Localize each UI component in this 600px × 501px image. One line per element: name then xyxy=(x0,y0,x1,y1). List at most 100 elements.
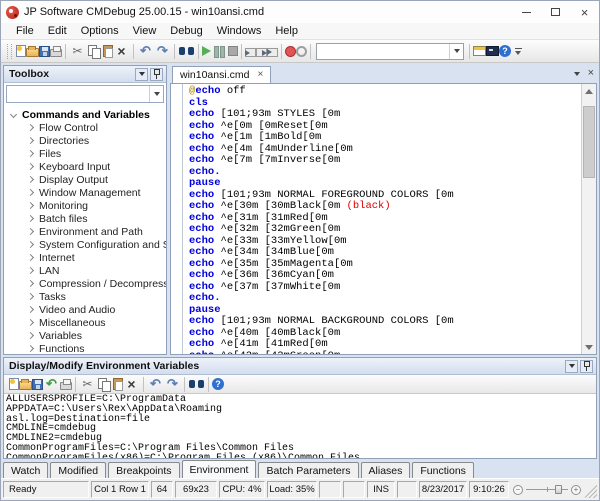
menu-item-options[interactable]: Options xyxy=(74,25,126,37)
window-options-icon[interactable] xyxy=(473,46,486,56)
redo-icon[interactable] xyxy=(154,43,171,60)
copy-icon[interactable] xyxy=(96,376,113,393)
toolbox-category-tasks[interactable]: Tasks xyxy=(4,290,166,303)
toolbox-category-environment-and-path[interactable]: Environment and Path xyxy=(4,225,166,238)
close-button[interactable]: × xyxy=(570,1,599,23)
tree-label: Directories xyxy=(39,134,90,147)
console-icon[interactable] xyxy=(486,46,499,56)
toolbox-category-video-and-audio[interactable]: Video and Audio xyxy=(4,303,166,316)
step-into-icon[interactable] xyxy=(245,47,256,57)
toolbox-category-flow-control[interactable]: Flow Control xyxy=(4,121,166,134)
step-over-icon[interactable] xyxy=(256,47,267,57)
find-icon[interactable] xyxy=(178,43,195,60)
toolbox-category-batch-files[interactable]: Batch files xyxy=(4,212,166,225)
toolbox-category-variables[interactable]: Variables xyxy=(4,329,166,342)
command-combobox[interactable] xyxy=(316,42,464,60)
run-icon[interactable] xyxy=(202,46,211,56)
toolbox-category-lan[interactable]: LAN xyxy=(4,264,166,277)
editor-tab-win10ansi[interactable]: win10ansi.cmd × xyxy=(172,66,272,83)
toolbox-category-window-management[interactable]: Window Management xyxy=(4,186,166,199)
zoom-slider-handle[interactable] xyxy=(555,485,562,494)
undo-icon[interactable] xyxy=(137,43,154,60)
menu-item-edit[interactable]: Edit xyxy=(41,25,74,37)
toolbox-category-keyboard-input[interactable]: Keyboard Input xyxy=(4,160,166,173)
maximize-button[interactable] xyxy=(541,1,570,23)
open-file-icon[interactable] xyxy=(26,46,39,57)
scroll-up-icon[interactable] xyxy=(582,84,596,98)
find-icon[interactable] xyxy=(188,376,205,393)
toolbox-pin-button[interactable] xyxy=(150,67,163,81)
toolbox-filter-input[interactable] xyxy=(7,86,149,102)
tree-label: Internet xyxy=(39,251,75,264)
toolbox-category-functions[interactable]: Functions xyxy=(4,342,166,354)
editor-vertical-scrollbar[interactable] xyxy=(581,84,596,354)
toolbox-category-display-output[interactable]: Display Output xyxy=(4,173,166,186)
cut-icon[interactable] xyxy=(69,43,86,60)
toolbox-category-miscellaneous[interactable]: Miscellaneous xyxy=(4,316,166,329)
menu-item-debug[interactable]: Debug xyxy=(163,25,209,37)
editor-tab-bar: win10ansi.cmd × × xyxy=(170,65,597,83)
resize-grip[interactable] xyxy=(585,481,597,498)
menu-item-windows[interactable]: Windows xyxy=(210,25,269,37)
open-file-icon[interactable] xyxy=(19,379,32,390)
scroll-down-icon[interactable] xyxy=(582,340,596,354)
toolbox-tree: Commands and Variables Flow Control Direct… xyxy=(4,104,166,354)
paste-icon[interactable] xyxy=(113,378,123,391)
env-panel-pin-button[interactable] xyxy=(580,359,593,373)
document-list-dropdown-icon[interactable] xyxy=(573,71,580,76)
record-icon[interactable] xyxy=(285,45,296,57)
toolbox-category-directories[interactable]: Directories xyxy=(4,134,166,147)
paste-icon[interactable] xyxy=(103,45,113,58)
help-icon[interactable] xyxy=(499,45,511,57)
print-icon[interactable] xyxy=(50,46,62,57)
pause-icon[interactable] xyxy=(211,43,228,60)
status-ready: Ready xyxy=(3,481,89,498)
toolbox-category-commands-and-variables[interactable]: Commands and Variables xyxy=(4,108,166,121)
record-stop-icon[interactable] xyxy=(296,45,307,57)
toolbox-category-monitoring[interactable]: Monitoring xyxy=(4,199,166,212)
delete-icon[interactable] xyxy=(123,376,140,393)
minimize-button[interactable] xyxy=(512,1,541,23)
step-out-icon[interactable] xyxy=(267,47,278,57)
combobox-dropdown-icon[interactable] xyxy=(449,43,463,59)
menu-item-view[interactable]: View xyxy=(126,25,164,37)
toolbox-filter-dropdown-icon[interactable] xyxy=(149,86,163,102)
toolbox-category-system-configuration-and-status[interactable]: System Configuration and Status xyxy=(4,238,166,251)
tab-close-icon[interactable]: × xyxy=(257,70,263,80)
revert-icon[interactable] xyxy=(43,376,60,393)
new-file-icon[interactable] xyxy=(16,45,26,57)
delete-icon[interactable] xyxy=(113,43,130,60)
chevron-right-icon xyxy=(26,279,35,288)
zoom-slider-track[interactable] xyxy=(526,485,568,494)
cut-icon[interactable] xyxy=(79,376,96,393)
zoom-out-icon[interactable]: − xyxy=(513,484,523,495)
env-panel-menu-button[interactable] xyxy=(565,359,578,373)
help-icon[interactable] xyxy=(212,378,224,390)
toolbar-separator xyxy=(75,376,76,392)
new-file-icon[interactable] xyxy=(9,378,19,390)
close-document-icon[interactable]: × xyxy=(588,68,594,79)
menu-item-help[interactable]: Help xyxy=(268,25,305,37)
redo-icon[interactable] xyxy=(164,376,181,393)
overflow-icon[interactable] xyxy=(511,43,528,60)
toolbox-menu-button[interactable] xyxy=(135,67,148,81)
toolbar-separator xyxy=(198,43,199,59)
command-combobox-input[interactable] xyxy=(317,45,449,57)
undo-icon[interactable] xyxy=(147,376,164,393)
tab-environment[interactable]: Environment xyxy=(181,460,257,479)
copy-icon[interactable] xyxy=(86,43,103,60)
chevron-right-icon xyxy=(26,331,35,340)
zoom-in-icon[interactable]: + xyxy=(571,484,581,495)
env-content[interactable]: ALLUSERSPROFILE=C:\ProgramData APPDATA=C:… xyxy=(4,394,596,458)
status-char-code: 64 xyxy=(151,481,173,498)
menu-item-file[interactable]: File xyxy=(9,25,41,37)
save-icon[interactable] xyxy=(39,45,50,57)
stop-icon[interactable] xyxy=(228,46,238,56)
scrollbar-thumb[interactable] xyxy=(583,106,595,178)
save-icon[interactable] xyxy=(32,378,43,390)
print-icon[interactable] xyxy=(60,379,72,390)
toolbox-category-compression-decompression[interactable]: Compression / Decompression xyxy=(4,277,166,290)
toolbox-category-internet[interactable]: Internet xyxy=(4,251,166,264)
code-area[interactable]: @echo off cls echo [101;93m STYLES [0m echo… xyxy=(183,84,581,354)
toolbox-category-files[interactable]: Files xyxy=(4,147,166,160)
